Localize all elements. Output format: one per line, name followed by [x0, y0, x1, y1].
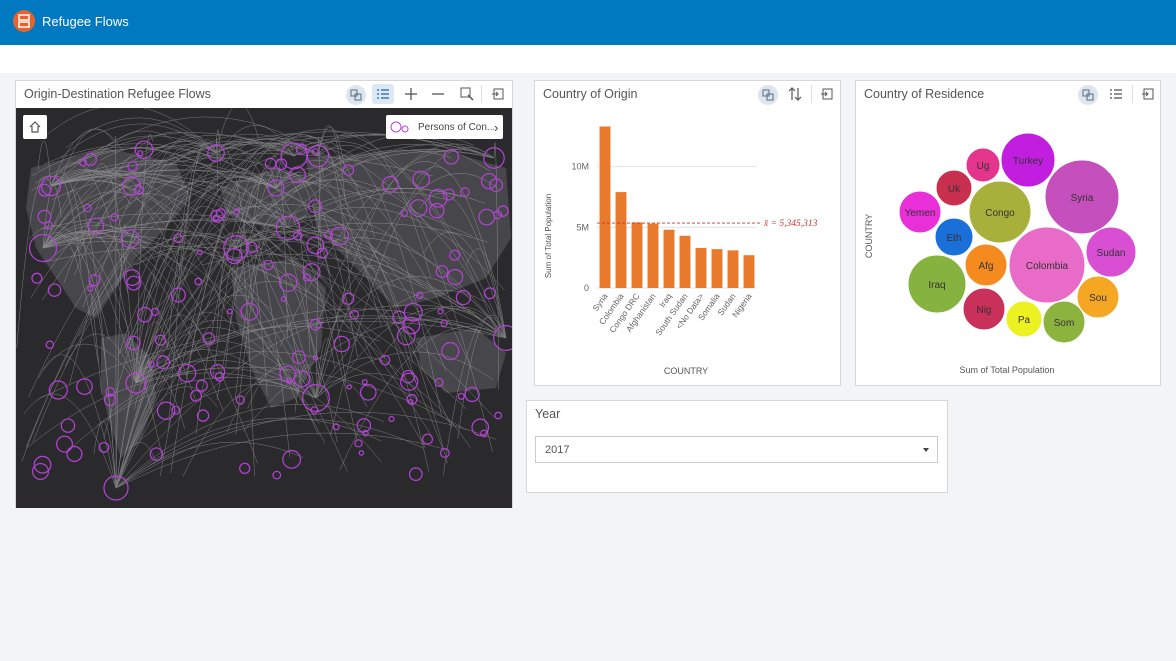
- app-header: Refugee Flows: [0, 0, 1176, 45]
- year-select-value: 2017: [545, 444, 570, 456]
- bubble-label: Congo: [985, 208, 1015, 219]
- list-icon[interactable]: [372, 84, 394, 104]
- bar-sudan[interactable]: [727, 250, 739, 288]
- zoom-in-icon[interactable]: [400, 84, 422, 104]
- app-title: Refugee Flows: [42, 14, 129, 29]
- app-logo-icon: [13, 10, 35, 32]
- residence-card: Country of Residence COUNTRY Sum of Tota…: [855, 80, 1161, 386]
- chevron-right-icon: ›: [494, 119, 499, 135]
- bubble-label: Colombia: [1026, 261, 1069, 272]
- x-axis-label: COUNTRY: [664, 366, 708, 376]
- bubble-label: Yemen: [905, 208, 936, 219]
- bar--no-data-[interactable]: [695, 247, 707, 288]
- bubble-label: Afg: [978, 261, 993, 272]
- residence-bubble-chart: COUNTRY Sum of Total Population Turkey Ug…: [864, 132, 1137, 375]
- bar-congo-drc[interactable]: [631, 222, 643, 288]
- bubble-label: Syria: [1071, 193, 1094, 204]
- toolbar-divider: [1132, 85, 1133, 103]
- map-card: Origin-Destination Refugee Flows Persons…: [15, 80, 513, 508]
- layer-icon[interactable]: [1078, 85, 1098, 105]
- map-card-title: Origin-Destination Refugee Flows: [24, 87, 211, 101]
- year-card-title: Year: [535, 407, 561, 421]
- map-legend-button[interactable]: Persons of Con... ›: [386, 115, 503, 139]
- expand-icon[interactable]: [487, 84, 509, 104]
- y-tick-label: 10M: [571, 162, 589, 172]
- bar-afghanistan[interactable]: [647, 223, 659, 288]
- toolbar-divider: [481, 85, 482, 103]
- bar-nigeria[interactable]: [743, 255, 755, 288]
- layer-icon[interactable]: [346, 85, 366, 105]
- bar-south-sudan[interactable]: [679, 235, 691, 288]
- bubble-x-axis-label: Sum of Total Population: [960, 365, 1055, 375]
- year-select[interactable]: 2017: [535, 436, 938, 463]
- bubble-label: Iraq: [928, 280, 945, 291]
- year-card: Year 2017: [526, 400, 948, 493]
- list-icon[interactable]: [1105, 84, 1127, 104]
- bubble-label: Ug: [977, 161, 990, 172]
- bar-somalia[interactable]: [711, 249, 723, 288]
- home-button[interactable]: [23, 115, 47, 139]
- bubble-label: Eth: [946, 233, 961, 244]
- bubble-label: Uk: [948, 184, 961, 195]
- origin-card: Country of Origin 0 5M 10M Syria Colombia Con…: [534, 80, 841, 386]
- toolbar-strip: [0, 45, 1176, 73]
- bubble-label: Nig: [976, 305, 991, 316]
- zoom-out-icon[interactable]: [427, 84, 449, 104]
- bubble-label: Pa: [1018, 315, 1031, 326]
- sort-icon[interactable]: [784, 84, 806, 104]
- y-axis-label: Sum of Total Population: [544, 194, 553, 278]
- origin-bar-chart: 05M10MSyriaColombiaCongo DRCAfghanistan I…: [544, 126, 818, 376]
- origin-card-title: Country of Origin: [543, 87, 638, 101]
- residence-card-title: Country of Residence: [864, 87, 985, 101]
- y-tick-label: 0: [584, 283, 589, 293]
- y-tick-label: 5M: [576, 222, 589, 232]
- toolbar-divider: [811, 85, 812, 103]
- expand-icon[interactable]: [816, 84, 838, 104]
- flow-map[interactable]: Persons of Con... ›: [16, 108, 512, 508]
- bubble-label: Turkey: [1013, 156, 1043, 167]
- bar-syria[interactable]: [599, 126, 611, 289]
- legend-swatch-icon: [390, 121, 409, 133]
- layer-icon[interactable]: [758, 85, 778, 105]
- chevron-down-icon: [923, 448, 929, 452]
- mean-label: x̄ = 5,345,313: [763, 219, 818, 229]
- bubble-y-axis-label: COUNTRY: [864, 214, 874, 258]
- zoom-extent-icon[interactable]: [456, 84, 478, 104]
- flow-map-canvas: [16, 108, 512, 501]
- bubble-label: Sudan: [1097, 248, 1126, 259]
- map-legend-label: Persons of Con...: [418, 121, 494, 133]
- bubble-label: Som: [1054, 318, 1075, 329]
- bubble-label: Sou: [1089, 293, 1107, 304]
- bar-colombia[interactable]: [615, 192, 627, 288]
- expand-icon[interactable]: [1137, 84, 1159, 104]
- bar-iraq[interactable]: [663, 229, 675, 288]
